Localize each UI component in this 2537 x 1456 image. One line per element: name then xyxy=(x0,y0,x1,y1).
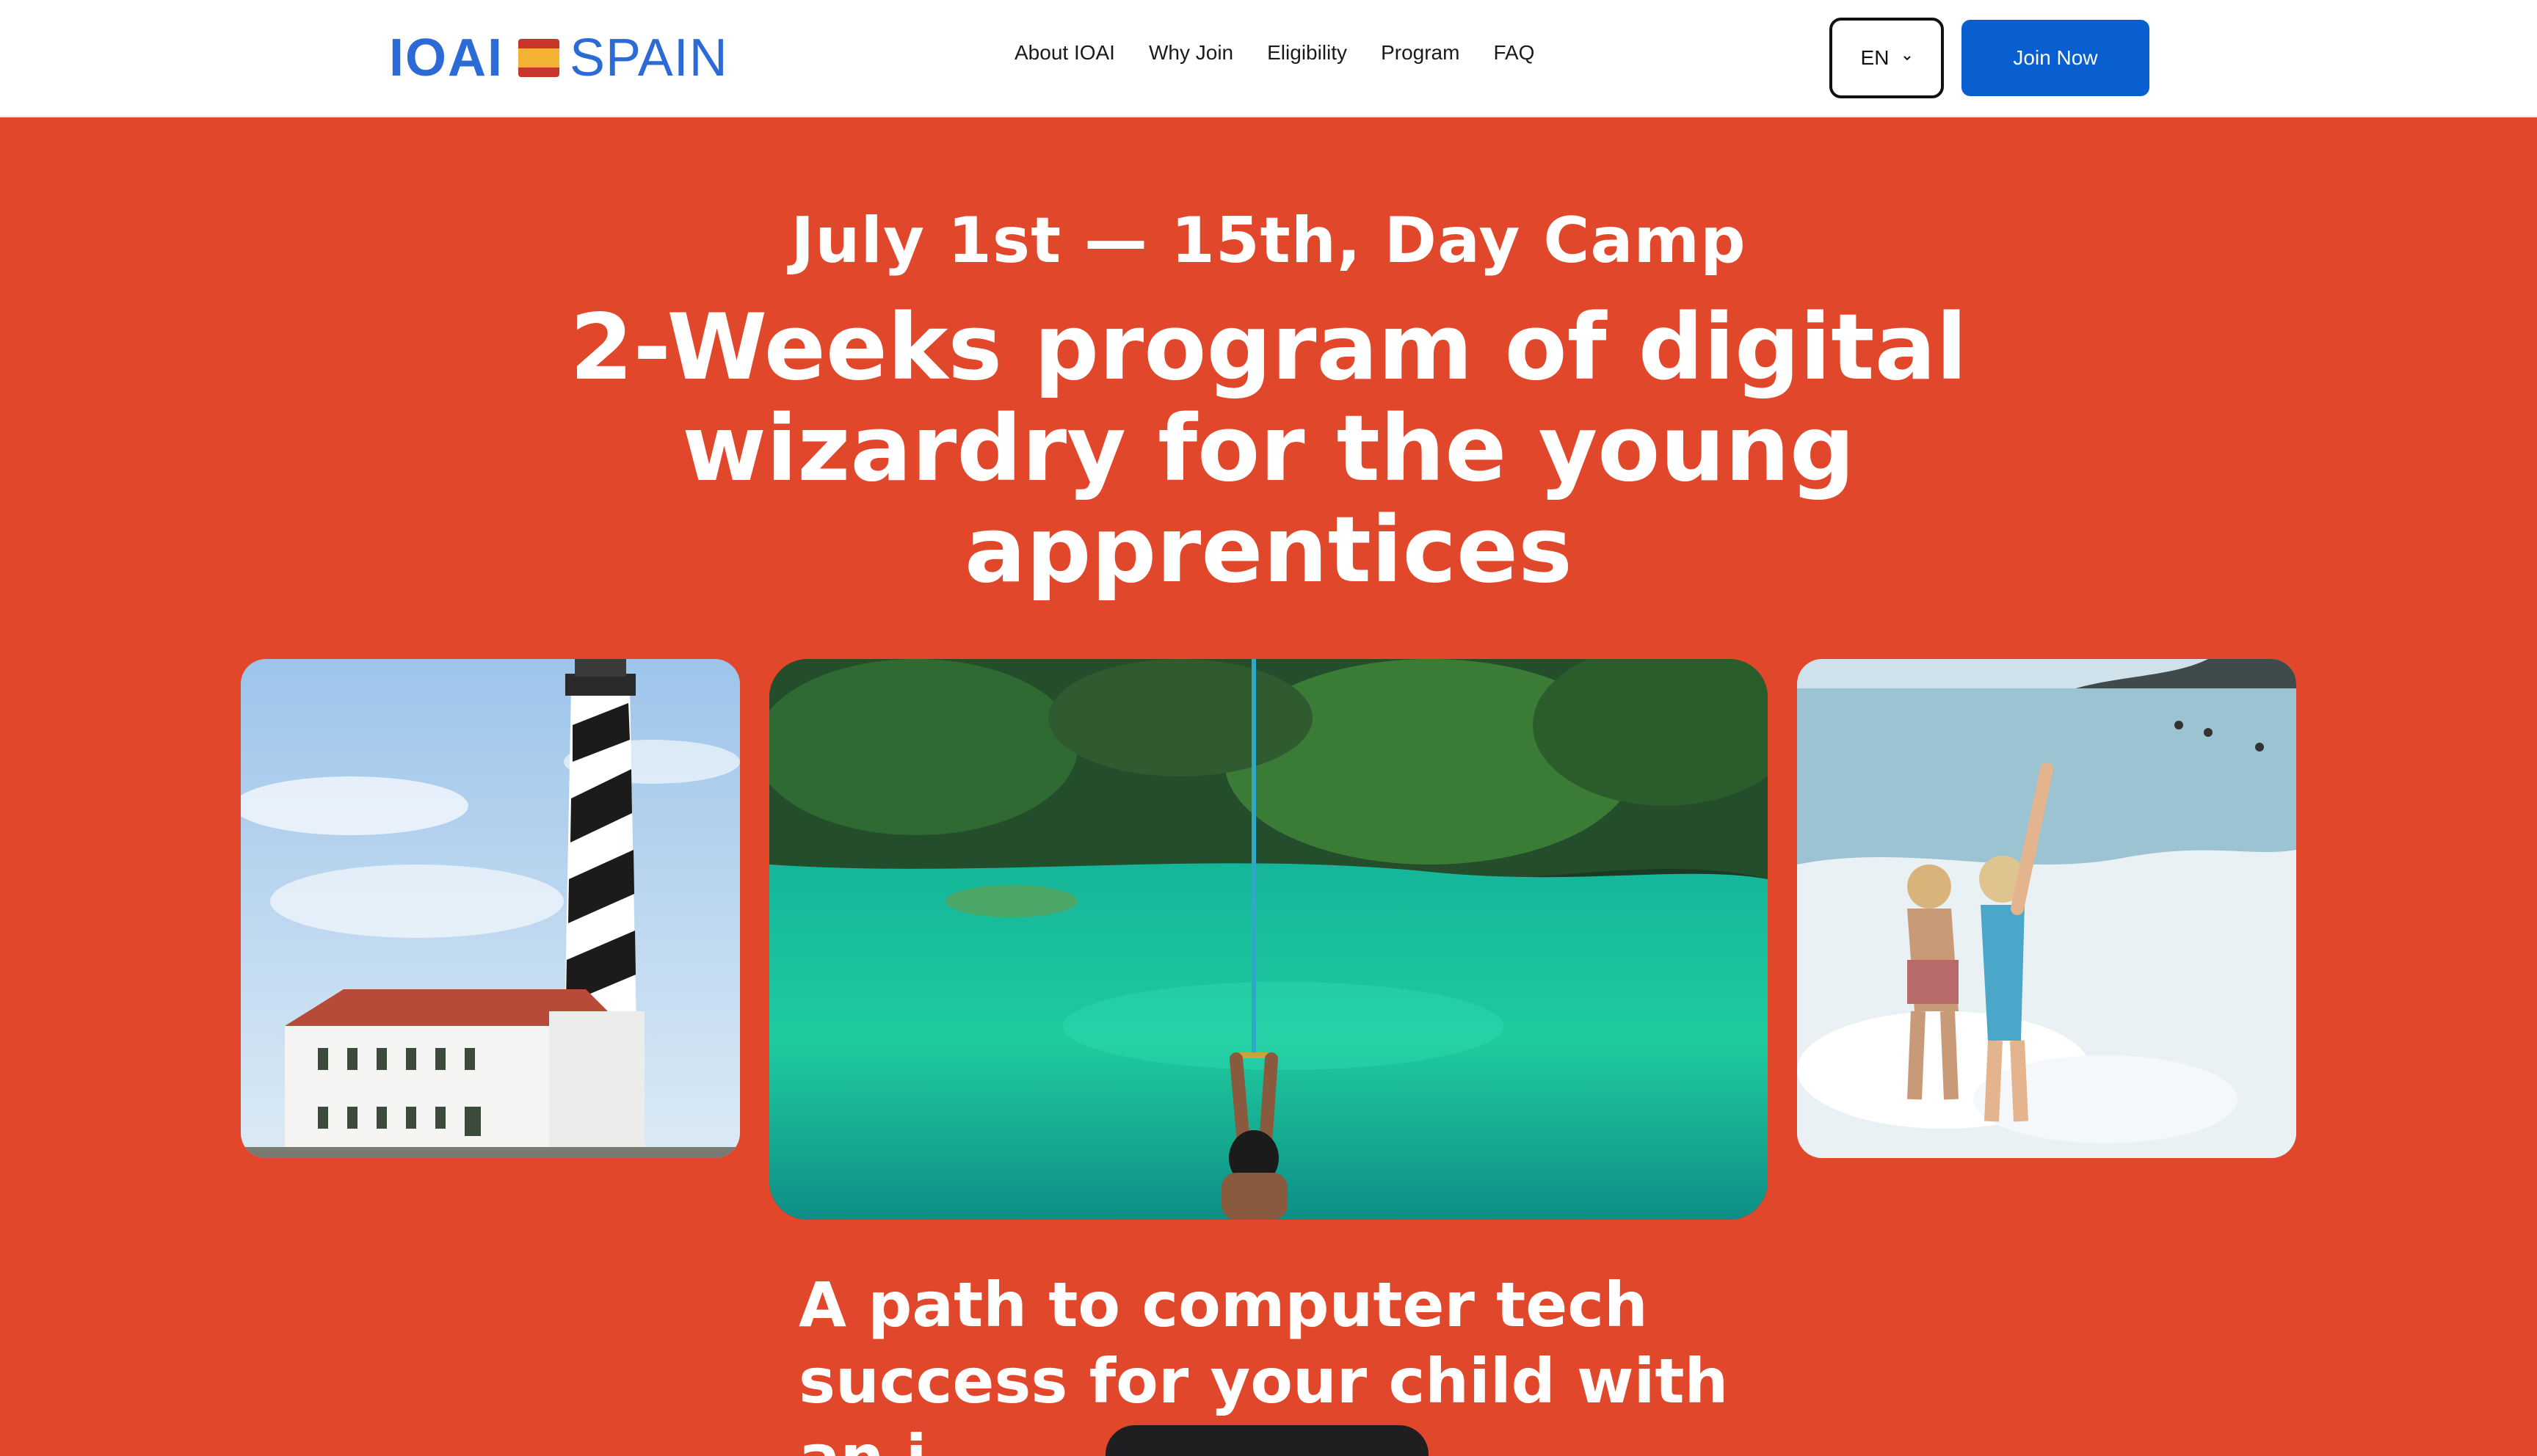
hero-eyebrow: July 1st — 15th, Day Camp xyxy=(791,204,1746,277)
join-now-label: Join Now xyxy=(2013,46,2098,69)
site-header: IOAI SPAIN About IOAI Why Join Eligibili… xyxy=(0,0,2537,117)
nav-about-ioai[interactable]: About IOAI xyxy=(1015,41,1115,65)
spain-flag-icon xyxy=(518,39,560,77)
nav-eligibility[interactable]: Eligibility xyxy=(1267,41,1347,65)
language-label: EN xyxy=(1860,46,1890,69)
join-now-button[interactable]: Join Now xyxy=(1961,20,2149,96)
lagoon-rope-swing-photo xyxy=(769,659,1768,1220)
nav-faq[interactable]: FAQ xyxy=(1493,41,1534,65)
floating-toolbar[interactable] xyxy=(1106,1425,1429,1456)
lighthouse-photo xyxy=(241,659,740,1158)
hero-headline: 2-Weeks program of digital wizardry for … xyxy=(570,295,1967,603)
logo-country: SPAIN xyxy=(570,29,728,87)
site-logo[interactable]: IOAI SPAIN xyxy=(389,26,728,90)
logo-brand: IOAI xyxy=(389,29,504,87)
main-nav: About IOAI Why Join Eligibility Program … xyxy=(1015,41,1534,65)
nav-program[interactable]: Program xyxy=(1381,41,1459,65)
language-select[interactable]: EN xyxy=(1829,18,1944,98)
chevron-down-icon xyxy=(1903,56,1912,61)
beach-kids-photo xyxy=(1797,659,2296,1158)
nav-why-join[interactable]: Why Join xyxy=(1149,41,1233,65)
